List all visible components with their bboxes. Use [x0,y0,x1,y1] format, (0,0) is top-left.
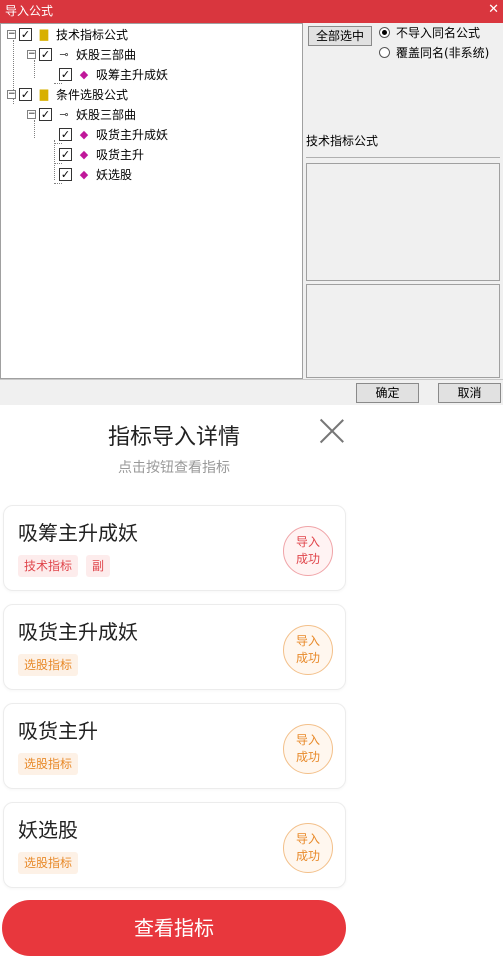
tree-node-label: 技术指标公式 [56,28,129,42]
tree-node-label: 妖股三部曲 [76,48,137,62]
formula-icon: ◆ [79,68,89,81]
formula-icon: ◆ [79,168,89,181]
radio-no-import[interactable]: 不导入同名公式 [379,25,480,41]
tree-connector [34,60,35,78]
import-detail-panel: 指标导入详情 点击按钮查看指标 吸筹主升成妖 技术指标副导入 成功 吸货主升成妖 选股指… [0,405,503,958]
tree-connector [34,120,35,138]
radio-no-import-label: 不导入同名公式 [396,26,481,40]
tree-checkbox[interactable]: ✓ [19,28,32,41]
title-bar: 导入公式 ✕ [0,0,503,23]
tree-node-label: 吸货主升 [96,148,145,162]
import-success-stamp: 导入 成功 [283,526,333,576]
panel-subtitle: 点击按钮查看指标 [118,460,230,476]
indicator-card[interactable]: 吸筹主升成妖 技术指标副 导入成功 [3,505,346,591]
footer-divider [0,379,503,380]
tree-checkbox[interactable]: ✓ [59,148,72,161]
folder-icon: ▇ [39,28,49,41]
window-title: 导入公式 [5,4,54,18]
tree-checkbox[interactable]: ✓ [39,108,52,121]
indicator-card[interactable]: 吸货主升选股指标 导入成功 [3,703,346,789]
stamp-text: 导入 [295,733,320,747]
indicator-name: 妖选股 [18,818,78,842]
stamp-text: 导入 [295,634,320,648]
tree-node-label: 吸筹主升成妖 [96,68,169,82]
tree-node-label: 妖选股 [96,168,133,182]
radio-selected-icon [379,27,390,38]
tree-expander-icon[interactable]: − [27,50,36,59]
stamp-text: 成功 [295,750,320,764]
tree-checkbox[interactable]: ✓ [19,88,32,101]
formula-tree[interactable]: − ✓ ▇ 技术指标公式 − ✓ ⊸ 妖股三部曲 ✓ ◆ 吸筹主升成妖 − ✓ ▇ 条件选股公式 − ✓ ⊸ 妖股三… [0,23,303,379]
indicator-tag: 选股指标 [18,852,79,874]
import-formula-dialog: 导入公式 ✕ − ✓ ▇ 技术指标公式 − ✓ ⊸ 妖股三部曲 ✓ ◆ 吸筹主升成妖 − ✓ ▇ 条件选股公… [0,0,503,405]
tree-expander-icon[interactable]: − [27,110,36,119]
indicator-tags: 选股指标 [18,753,86,775]
indicator-tags: 选股指标 [18,654,86,676]
close-icon[interactable]: ✕ [488,2,499,18]
tree-connector [54,143,62,144]
tree-expander-icon[interactable]: − [7,90,16,99]
import-success-stamp: 导入 成功 [283,625,333,675]
tree-node-label: 条件选股公式 [56,88,129,102]
options-panel: 全部选中 不导入同名公式 覆盖同名(非系统) 技术指标公式 [304,23,503,379]
formula-icon: ◆ [79,148,89,161]
key-icon: ⊸ [59,108,69,121]
close-icon[interactable] [318,417,346,445]
select-all-button[interactable]: 全部选中 [308,26,372,46]
stamp-text: 成功 [295,651,320,665]
radio-overwrite[interactable]: 覆盖同名(非系统) [379,45,489,61]
indicator-name: 吸货主升 [18,719,98,743]
indicator-card[interactable]: 妖选股选股指标 导入成功 [3,802,346,888]
stamp-text: 成功 [295,552,320,566]
tree-checkbox[interactable]: ✓ [59,168,72,181]
indicator-name: 吸筹主升成妖 [18,521,138,545]
tree-connector [54,163,62,164]
screen: 导入公式 ✕ − ✓ ▇ 技术指标公式 − ✓ ⊸ 妖股三部曲 ✓ ◆ 吸筹主升成妖 − ✓ ▇ 条件选股公… [0,0,503,958]
import-success-stamp: 导入 成功 [283,724,333,774]
panel-title: 指标导入详情 [107,425,240,450]
indicator-card[interactable]: 吸货主升成妖 选股指标 导入成功 [3,604,346,690]
stamp-text: 导入 [295,535,320,549]
key-icon: ⊸ [59,48,69,61]
radio-unselected-icon [379,47,390,58]
tree-expander-icon[interactable]: − [7,30,16,39]
indicator-tag: 选股指标 [18,654,79,676]
stamp-text: 成功 [295,849,320,863]
indicator-tag: 选股指标 [18,753,79,775]
indicator-tags: 选股指标 [18,852,86,874]
tree-checkbox[interactable]: ✓ [39,48,52,61]
section-label: 技术指标公式 [306,133,500,158]
import-success-stamp: 导入 成功 [283,823,333,873]
tree-node-label: 妖股三部曲 [76,108,137,122]
tree-connector [54,83,62,84]
tree-connector [54,140,55,180]
tree-connector [54,183,62,184]
folder-icon: ▇ [39,88,49,101]
tree-checkbox[interactable]: ✓ [59,68,72,81]
preview-box [306,284,500,378]
radio-overwrite-label: 覆盖同名(非系统) [396,46,490,60]
description-box [306,163,500,281]
indicator-tag: 技术指标 [18,555,79,577]
ok-button[interactable]: 确定 [356,383,419,403]
indicator-tag: 副 [86,555,111,577]
tree-node-label: 吸货主升成妖 [96,128,169,142]
cancel-button[interactable]: 取消 [438,383,501,403]
tree-checkbox[interactable]: ✓ [59,128,72,141]
formula-icon: ◆ [79,128,89,141]
view-indicator-button[interactable]: 查看指标 [2,900,346,956]
indicator-tags: 技术指标副 [18,555,118,577]
indicator-name: 吸货主升成妖 [18,620,138,644]
stamp-text: 导入 [295,832,320,846]
